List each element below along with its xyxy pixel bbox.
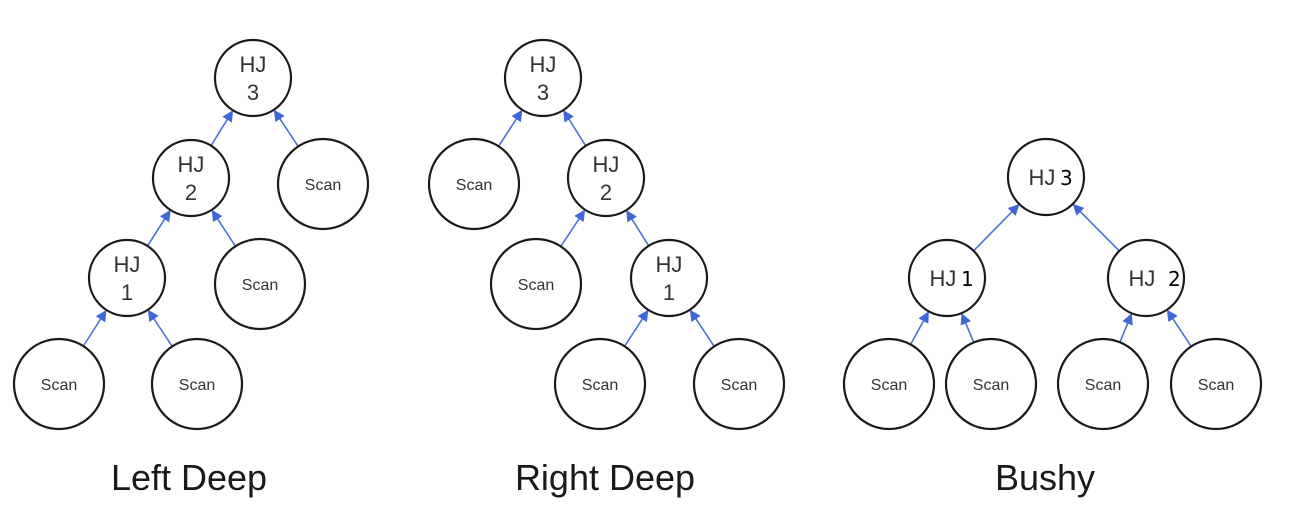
caption-bushy: Bushy: [995, 457, 1095, 498]
hash-join-label: HJ: [1029, 165, 1056, 190]
hash-join-node-left-deep-hj3: HJ 3: [213, 38, 293, 118]
scan-label: Scan: [1198, 377, 1234, 394]
scan-node-right-deep-scan-d: Scan: [692, 337, 786, 431]
hash-join-label: HJ: [1129, 266, 1156, 291]
edge-arrow-right-deep-hj1-to-hj2: [626, 210, 650, 247]
scan-node-left-deep-scan-a: Scan: [276, 137, 370, 231]
scan-label: Scan: [41, 377, 77, 394]
hash-join-node-bushy-hj3: HJ 3: [1006, 137, 1086, 217]
scan-label: Scan: [973, 377, 1009, 394]
edge-arrow-left-deep-hj1-to-hj2: [146, 209, 171, 247]
hash-join-number: 2: [185, 180, 197, 205]
scan-label: Scan: [305, 177, 341, 194]
scan-label: Scan: [582, 377, 618, 394]
hash-join-label: HJ: [240, 52, 267, 77]
scan-node-bushy-scan-d: Scan: [1169, 337, 1263, 431]
scan-label: Scan: [242, 277, 278, 294]
scan-node-bushy-scan-b: Scan: [944, 337, 1038, 431]
scan-label: Scan: [179, 377, 215, 394]
scan-node-left-deep-scan-b: Scan: [213, 237, 307, 331]
hash-join-label: HJ: [930, 266, 957, 291]
scan-node-right-deep-scan-c: Scan: [553, 337, 647, 431]
scan-node-right-deep-scan-a: Scan: [427, 137, 521, 231]
edge-arrow-bushy-hj2-to-hj3: [1072, 203, 1120, 252]
hash-join-label: HJ: [656, 252, 683, 277]
edge-arrow-bushy-scan-a-to-hj1: [909, 311, 929, 345]
edge-arrow-left-deep-hj2-to-hj3: [210, 110, 234, 147]
edge-arrow-right-deep-scan-d-to-hj1: [689, 309, 715, 347]
hash-join-label: HJ: [530, 52, 557, 77]
hash-join-node-right-deep-hj2: HJ 2: [566, 138, 646, 218]
edge-arrow-bushy-scan-c-to-hj2: [1119, 313, 1133, 343]
edge-arrow-bushy-scan-d-to-hj2: [1166, 309, 1192, 347]
hash-join-number: 2: [1168, 267, 1181, 291]
hash-join-node-bushy-hj2: HJ 2: [1106, 238, 1186, 318]
caption-right-deep: Right Deep: [515, 457, 695, 498]
caption-left-deep: Left Deep: [111, 457, 267, 498]
hash-join-node-right-deep-hj1: HJ 1: [629, 238, 709, 318]
edge-arrow-right-deep-scan-a-to-hj3: [497, 109, 523, 147]
hash-join-label: HJ: [178, 152, 205, 177]
hash-join-label: HJ: [114, 252, 141, 277]
hash-join-number: 1: [663, 280, 675, 305]
edge-arrow-right-deep-scan-b-to-hj2: [560, 209, 586, 247]
edge-arrow-bushy-scan-b-to-hj1: [960, 312, 975, 343]
edge-arrow-right-deep-hj2-to-hj3: [563, 110, 587, 147]
edge-arrow-bushy-hj1-to-hj3: [973, 204, 1020, 252]
hash-join-node-bushy-hj1: HJ 1: [907, 238, 987, 318]
hash-join-number: 3: [1060, 166, 1073, 190]
hash-join-label: HJ: [593, 152, 620, 177]
scan-node-bushy-scan-a: Scan: [842, 337, 936, 431]
scan-label: Scan: [518, 277, 554, 294]
edge-arrow-left-deep-scan-d-to-hj1: [147, 309, 173, 347]
hash-join-number: 2: [600, 180, 612, 205]
scan-node-left-deep-scan-c: Scan: [12, 337, 106, 431]
hash-join-number: 1: [961, 267, 974, 291]
scan-node-left-deep-scan-d: Scan: [150, 337, 244, 431]
edge-arrow-left-deep-scan-b-to-hj2: [211, 209, 237, 247]
scan-node-right-deep-scan-b: Scan: [489, 237, 583, 331]
hash-join-node-left-deep-hj2: HJ 2: [151, 138, 231, 218]
scan-label: Scan: [456, 177, 492, 194]
join-tree-diagram: HJ3HJ2 ScanHJ1 ScanScan ScanHJ3ScanHJ2ScanH…: [12, 38, 1263, 498]
edge-arrow-left-deep-scan-c-to-hj1: [82, 309, 107, 347]
hash-join-number: 3: [537, 80, 549, 105]
scan-label: Scan: [1085, 377, 1121, 394]
scan-label: Scan: [871, 377, 907, 394]
scan-node-bushy-scan-c: Scan: [1056, 337, 1150, 431]
scan-label: Scan: [721, 377, 757, 394]
hash-join-number: 3: [247, 80, 259, 105]
hash-join-number: 1: [121, 280, 133, 305]
hash-join-node-right-deep-hj3: HJ 3: [503, 38, 583, 118]
hash-join-node-left-deep-hj1: HJ 1: [87, 238, 167, 318]
edge-arrow-left-deep-scan-a-to-hj3: [273, 109, 299, 147]
edge-arrow-right-deep-scan-c-to-hj1: [623, 309, 649, 347]
